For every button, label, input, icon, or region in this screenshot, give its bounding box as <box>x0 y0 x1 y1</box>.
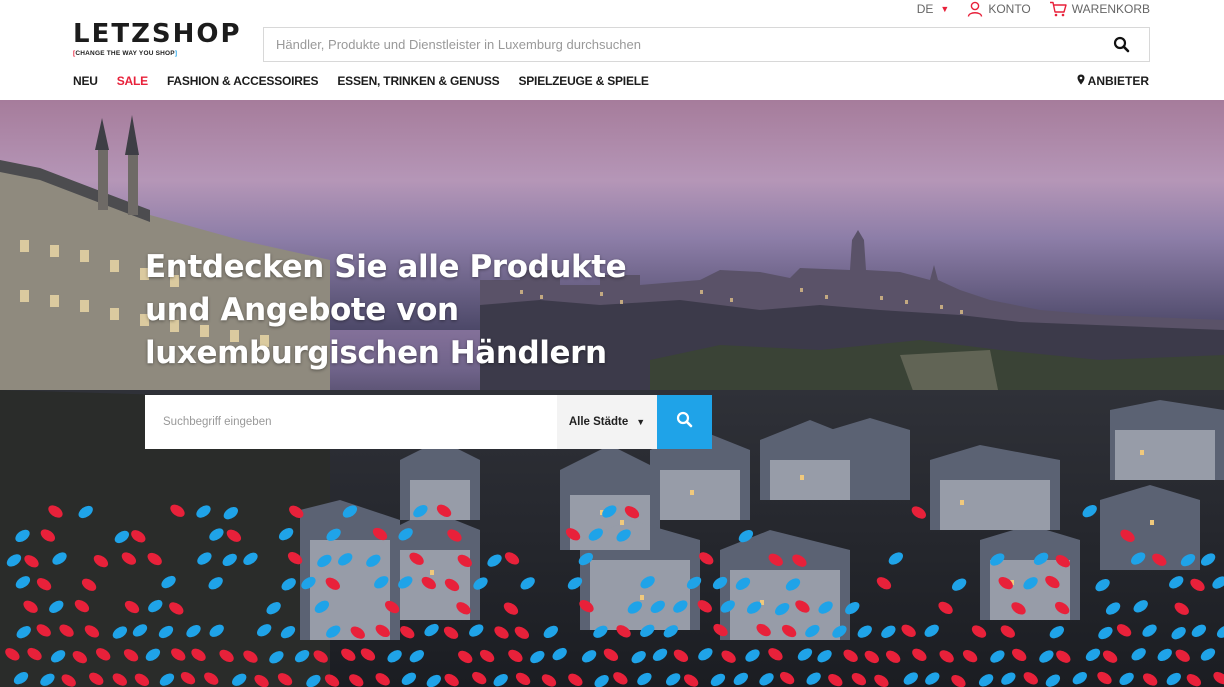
hero-title-line-2: und Angebote von <box>145 292 459 328</box>
hero-search: Alle Städte ▼ <box>145 395 712 449</box>
nav-item-sale[interactable]: SALE <box>117 74 148 88</box>
chevron-down-icon: ▼ <box>940 4 950 14</box>
cart-icon <box>1049 1 1067 17</box>
nav-item-essen[interactable]: ESSEN, TRINKEN & GENUSS <box>337 74 499 88</box>
search-icon <box>676 411 693 433</box>
nav-item-spielzeuge[interactable]: SPIELZEUGE & SPIELE <box>518 74 648 88</box>
hero-title-line-1: Entdecken Sie alle Produkte <box>145 249 627 285</box>
caret-down-icon: ▼ <box>636 417 646 427</box>
city-select[interactable]: Alle Städte ▼ <box>557 395 657 449</box>
anbieter-link[interactable]: ANBIETER <box>1077 74 1149 88</box>
user-icon <box>967 1 983 17</box>
hero-section: Entdecken Sie alle Produkte und Angebote… <box>0 100 1224 687</box>
map-pin-icon <box>1077 74 1085 88</box>
language-selector[interactable]: DE ▼ <box>917 2 950 16</box>
logo[interactable]: LETZSHOP [CHANGE THE WAY YOU SHOP] <box>73 20 242 57</box>
hero-title-line-3: luxemburgischen Händlern <box>145 335 607 371</box>
search-icon[interactable] <box>1113 36 1130 58</box>
header-search-input[interactable] <box>264 28 1084 61</box>
account-label: KONTO <box>988 2 1031 16</box>
hero-title: Entdecken Sie alle Produkte und Angebote… <box>145 246 705 375</box>
main-nav: NEU SALE FASHION & ACCESSOIRES ESSEN, TR… <box>73 74 668 88</box>
anbieter-label: ANBIETER <box>1087 74 1149 88</box>
hero-search-input[interactable] <box>145 395 557 449</box>
logo-text: LETZSHOP <box>73 19 242 49</box>
header-search <box>263 27 1150 62</box>
cart-label: WARENKORB <box>1071 2 1150 16</box>
hero-search-button[interactable] <box>657 395 712 449</box>
city-select-value: Alle Städte <box>568 416 629 428</box>
account-link[interactable]: KONTO <box>967 1 1031 17</box>
site-header: LETZSHOP [CHANGE THE WAY YOU SHOP] DE ▼ … <box>0 0 1224 100</box>
logo-tagline: [CHANGE THE WAY YOU SHOP] <box>73 50 178 57</box>
hero-city-image <box>0 100 1224 687</box>
language-label: DE <box>916 2 934 16</box>
nav-item-fashion[interactable]: FASHION & ACCESSOIRES <box>167 74 319 88</box>
top-links: DE ▼ KONTO WARENKORB <box>899 1 1150 17</box>
cart-link[interactable]: WARENKORB <box>1049 1 1150 17</box>
nav-item-neu[interactable]: NEU <box>73 74 98 88</box>
